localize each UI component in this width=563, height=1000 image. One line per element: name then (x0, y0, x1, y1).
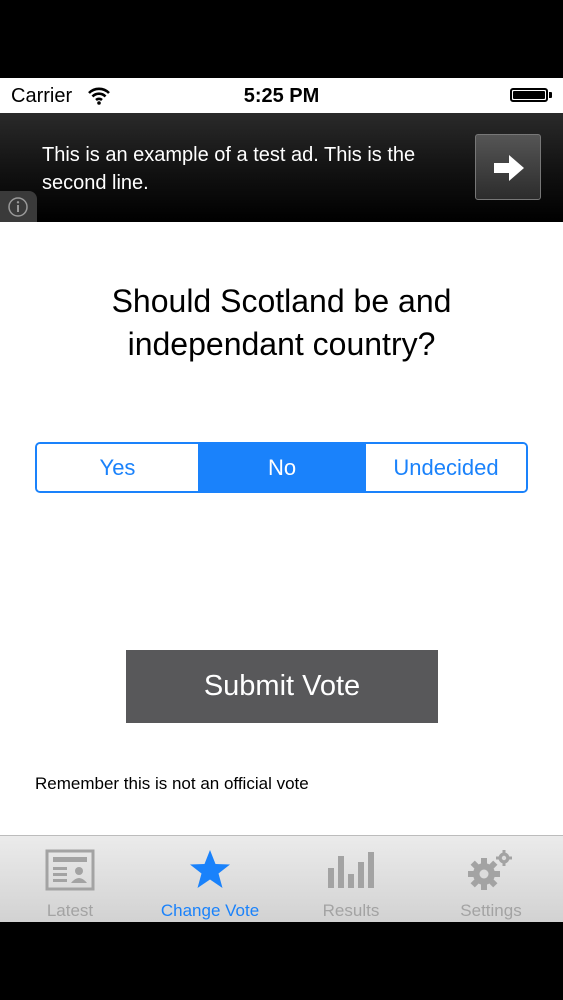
bar-chart-icon (328, 852, 374, 888)
info-icon (8, 197, 28, 217)
option-yes[interactable]: Yes (37, 444, 198, 491)
news-card-icon (45, 849, 95, 891)
tab-change-vote[interactable]: Change Vote (140, 836, 280, 923)
tab-settings-label: Settings (460, 901, 522, 920)
status-time: 5:25 PM (243, 85, 320, 107)
battery-tip (549, 92, 552, 98)
question-text: Should Scotland be and independant count… (111, 283, 452, 362)
tab-latest-label: Latest (46, 901, 94, 920)
star-icon (190, 850, 230, 888)
tab-results-label: Results (322, 901, 380, 920)
option-undecided[interactable]: Undecided (364, 444, 526, 491)
vote-screen: Should Scotland be and independant count… (0, 222, 563, 835)
ad-info-button[interactable] (0, 191, 37, 222)
vote-segmented-control[interactable]: Yes No Undecided (35, 442, 528, 493)
gear-icon (468, 850, 512, 890)
ad-banner[interactable]: This is an example of a test ad. This is… (0, 113, 563, 222)
top-letterbox (0, 0, 563, 78)
option-no[interactable]: No (198, 444, 364, 491)
tab-latest[interactable]: Latest (0, 836, 140, 923)
submit-vote-button[interactable]: Submit Vote (126, 650, 438, 723)
battery-icon (510, 88, 548, 102)
bottom-letterbox (0, 922, 563, 1000)
ad-text: This is an example of a test ad. This is… (42, 144, 416, 194)
tab-change-vote-label: Change Vote (160, 901, 260, 920)
arrow-right-icon (494, 155, 524, 181)
tab-bar: Latest Change Vote Results Settings (0, 835, 563, 922)
disclaimer-note: Remember this is not an official vote (35, 774, 309, 793)
tab-results[interactable]: Results (281, 836, 421, 923)
tab-settings[interactable]: Settings (421, 836, 561, 923)
ad-arrow-button[interactable] (475, 134, 541, 200)
status-bar: Carrier 5:25 PM (0, 78, 563, 113)
